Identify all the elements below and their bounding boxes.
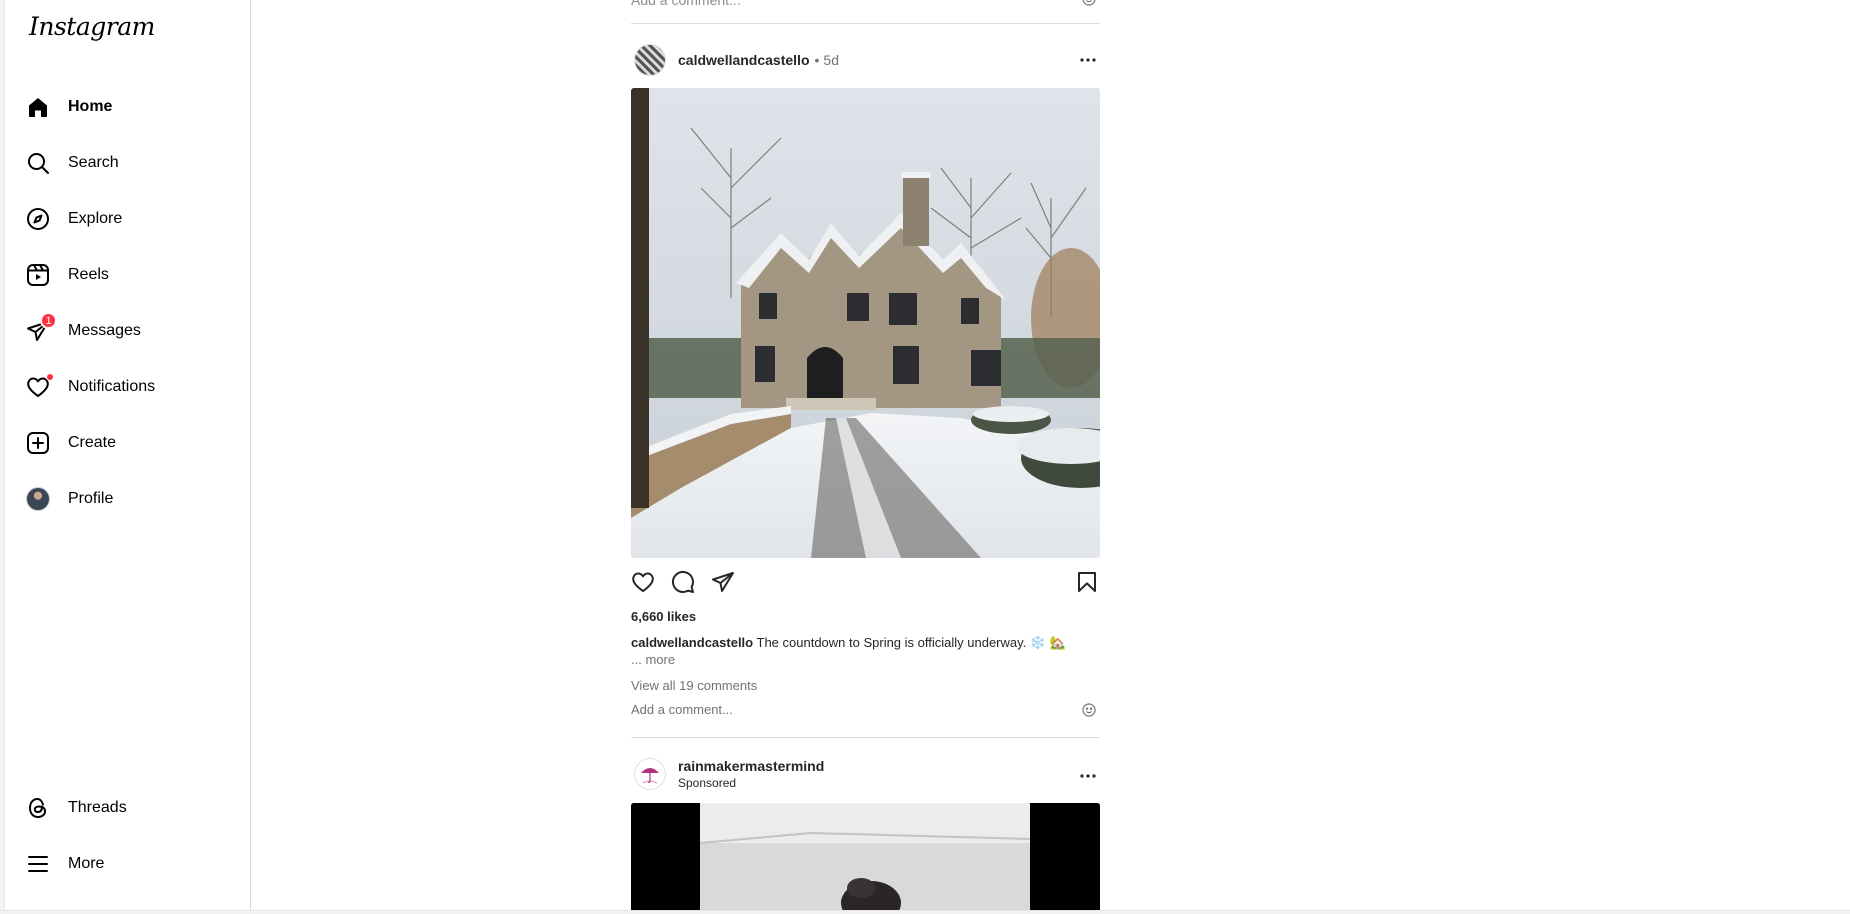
sidebar-item-home[interactable]: Home bbox=[25, 85, 235, 129]
sidebar-item-profile[interactable]: Profile bbox=[25, 477, 235, 521]
post-header: caldwellandcastello • 5d bbox=[631, 40, 1100, 80]
sidebar-item-label: More bbox=[68, 855, 105, 872]
post-author-avatar[interactable] bbox=[634, 44, 666, 76]
sponsored-media[interactable] bbox=[631, 803, 1100, 910]
sponsored-post-header: rainmakermastermind Sponsored bbox=[631, 754, 1100, 794]
emoji-icon[interactable] bbox=[1082, 703, 1096, 717]
sidebar-item-label: Home bbox=[68, 98, 113, 115]
like-icon[interactable] bbox=[631, 570, 655, 594]
share-icon[interactable] bbox=[711, 570, 735, 594]
comment-placeholder: Add a comment... bbox=[631, 0, 741, 8]
add-comment-field bbox=[631, 702, 1100, 720]
sidebar-item-label: Explore bbox=[68, 210, 123, 227]
sponsor-info: rainmakermastermind Sponsored bbox=[678, 758, 824, 790]
sidebar-item-label: Notifications bbox=[68, 378, 156, 395]
messages-badge: 1 bbox=[40, 312, 57, 329]
sidebar-item-more[interactable]: More bbox=[25, 842, 235, 886]
sidebar-nav: Instagram Home Search Explore Reels 1 Me… bbox=[5, 0, 251, 910]
messenger-icon: 1 bbox=[25, 312, 57, 344]
sponsor-avatar[interactable] bbox=[634, 758, 666, 790]
notification-dot bbox=[46, 373, 54, 381]
post-actions bbox=[631, 570, 1100, 594]
likes-count[interactable]: 6,660 likes bbox=[631, 609, 696, 624]
emoji-icon[interactable] bbox=[1082, 0, 1096, 6]
sidebar-item-label: Create bbox=[68, 434, 117, 451]
sidebar-item-notifications[interactable]: Notifications bbox=[25, 365, 235, 409]
plus-square-icon bbox=[25, 430, 51, 456]
sidebar-item-reels[interactable]: Reels bbox=[25, 253, 235, 297]
comment-icon[interactable] bbox=[671, 570, 695, 594]
comment-input[interactable] bbox=[631, 702, 1051, 717]
search-icon bbox=[25, 150, 51, 176]
sidebar-item-label: Profile bbox=[68, 490, 114, 507]
post-timestamp[interactable]: 5d bbox=[823, 52, 839, 68]
post-image[interactable] bbox=[631, 88, 1100, 558]
threads-icon bbox=[25, 795, 51, 821]
sidebar-item-label: Threads bbox=[68, 799, 127, 816]
sponsored-label: Sponsored bbox=[678, 776, 737, 790]
umbrella-logo-icon bbox=[641, 768, 659, 784]
sidebar-item-messages[interactable]: 1 Messages bbox=[25, 309, 235, 353]
home-icon bbox=[25, 94, 51, 120]
sidebar-item-label: Search bbox=[68, 154, 119, 171]
post-divider bbox=[631, 23, 1100, 24]
instagram-logo[interactable]: Instagram bbox=[29, 12, 155, 41]
heart-icon bbox=[25, 373, 54, 400]
avatar bbox=[26, 487, 50, 511]
sidebar-item-create[interactable]: Create bbox=[25, 421, 235, 465]
post-username[interactable]: caldwellandcastello bbox=[678, 52, 810, 68]
compass-icon bbox=[25, 206, 51, 232]
more-options-icon[interactable] bbox=[1078, 766, 1098, 786]
previous-post-comment-field[interactable]: Add a comment... bbox=[631, 0, 1100, 8]
view-all-comments-link[interactable]: View all 19 comments bbox=[631, 678, 757, 693]
reels-icon bbox=[25, 262, 51, 288]
caption-more-link[interactable]: ... more bbox=[631, 652, 675, 667]
caption-username[interactable]: caldwellandcastello bbox=[631, 635, 753, 650]
caption-text: The countdown to Spring is officially un… bbox=[756, 635, 1066, 650]
post-time-separator: • bbox=[814, 52, 820, 68]
window-bottom-edge bbox=[0, 910, 1850, 914]
sidebar-item-label: Messages bbox=[68, 322, 141, 339]
bookmark-icon[interactable] bbox=[1075, 570, 1099, 594]
sidebar-item-search[interactable]: Search bbox=[25, 141, 235, 185]
post-caption: caldwellandcastello The countdown to Spr… bbox=[631, 634, 1100, 652]
post-divider bbox=[631, 737, 1100, 738]
sponsor-username[interactable]: rainmakermastermind bbox=[678, 758, 824, 774]
sidebar-item-threads[interactable]: Threads bbox=[25, 786, 235, 830]
menu-icon bbox=[25, 851, 51, 877]
sidebar-item-explore[interactable]: Explore bbox=[25, 197, 235, 241]
more-options-icon[interactable] bbox=[1078, 50, 1098, 70]
sidebar-item-label: Reels bbox=[68, 266, 109, 283]
